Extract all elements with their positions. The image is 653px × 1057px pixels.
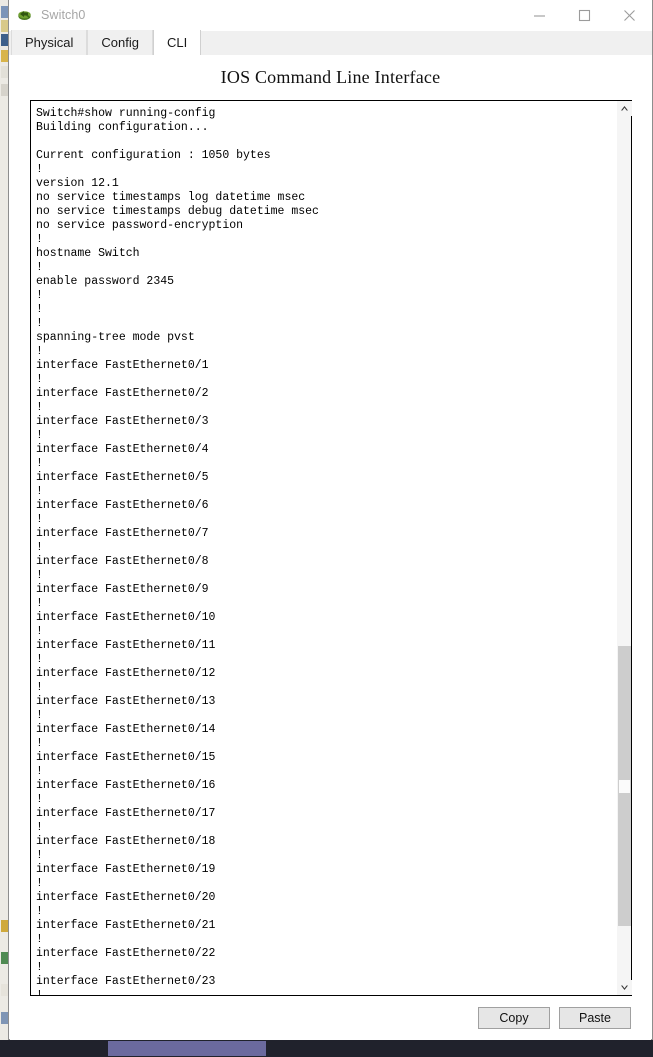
scroll-down-icon[interactable] [617,980,632,995]
tab-strip: Physical Config CLI [9,30,652,56]
window-title-bar: Switch0 [9,0,652,31]
close-icon[interactable] [607,0,652,30]
minimize-icon[interactable] [517,0,562,30]
tab-physical[interactable]: Physical [11,30,88,55]
tab-config[interactable]: Config [87,30,153,55]
scrollbar-thumb-grip [619,780,630,793]
panel-title: IOS Command Line Interface [220,67,441,87]
maximize-icon[interactable] [562,0,607,30]
terminal-scrollbar[interactable] [616,101,632,995]
cli-tab-panel: IOS Command Line Interface Switch#show r… [9,56,652,1040]
window-controls [517,0,652,30]
window-title: Switch0 [41,8,86,22]
tab-cli[interactable]: CLI [153,30,202,55]
scroll-up-icon[interactable] [617,101,632,116]
terminal-container: Switch#show running-config Building conf… [30,100,632,996]
device-config-window: Switch0 Physical Config CLI IOS Command … [8,0,653,1040]
dialog-footer: Copy Paste [10,996,651,1040]
terminal-output[interactable]: Switch#show running-config Building conf… [31,101,616,995]
taskbar-active-item[interactable] [108,1041,266,1056]
paste-button[interactable]: Paste [559,1007,631,1029]
switch-device-icon [16,6,34,24]
scrollbar-thumb[interactable] [618,646,631,926]
copy-button[interactable]: Copy [478,1007,550,1029]
os-taskbar [0,1040,653,1057]
